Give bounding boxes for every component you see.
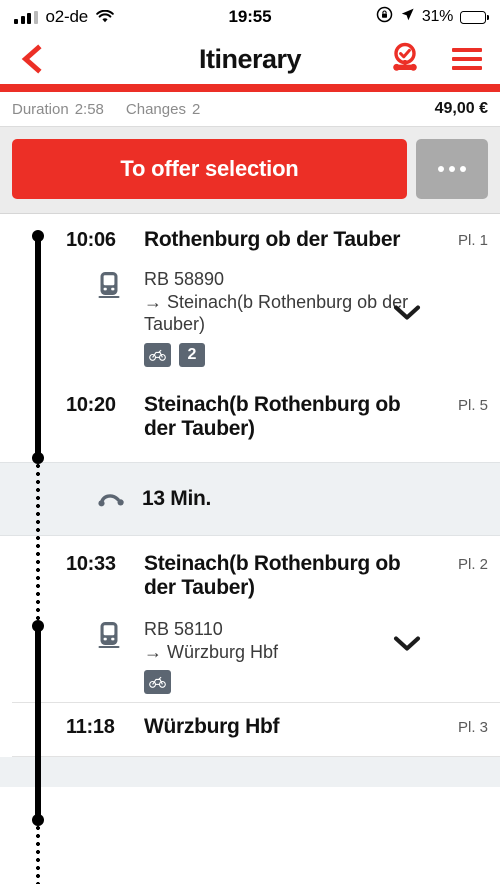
stop-platform: Pl. 1 — [457, 232, 488, 249]
accent-divider — [0, 84, 500, 92]
travel-class-badge: 2 — [179, 342, 205, 367]
leg-details: RB 58890 → Steinach(b Rothenburg ob der … — [144, 268, 488, 367]
price-label: 49,00 € — [434, 100, 488, 117]
navigation-actions — [388, 40, 482, 79]
train-number: RB 58110 — [144, 619, 223, 640]
transfer-row: 13 Min. — [0, 461, 500, 536]
train-icon — [98, 618, 144, 694]
list-footer-area — [0, 756, 500, 787]
leg-details: RB 58110 → Würzburg Hbf — [144, 618, 488, 695]
changes-value: 2 — [191, 100, 201, 118]
stop-platform: Pl. 3 — [457, 719, 488, 737]
itinerary-stop-row[interactable]: 10:06 Rothenburg ob der Tauber Pl. 1 — [0, 214, 500, 254]
stop-time: 10:20 — [66, 393, 116, 416]
stop-name: Rothenburg ob der Tauber — [144, 228, 401, 251]
hamburger-menu-icon[interactable] — [452, 48, 482, 70]
stop-platform: Pl. 2 — [457, 555, 488, 573]
itinerary-stop-row[interactable]: 11:18 Würzburg Hbf Pl. 3 — [0, 703, 500, 741]
navigation-bar: Itinerary — [0, 34, 500, 84]
itinerary-leg-row[interactable]: RB 58890 → Steinach(b Rothenburg ob der … — [0, 254, 500, 375]
transfer-duration: 13 Min. — [142, 486, 212, 510]
battery-icon — [460, 10, 489, 24]
changes-group: Changes 2 — [126, 101, 200, 118]
duration-label: Duration — [12, 100, 69, 118]
duration-value: 2:58 — [74, 100, 104, 118]
rotation-lock-icon — [376, 6, 393, 28]
bicycle-icon — [144, 670, 171, 695]
battery-percent-label: 31% — [421, 8, 453, 25]
stop-time: 10:33 — [66, 552, 116, 575]
changes-label: Changes — [125, 100, 186, 118]
train-direction: → Steinach(b Rothenburg ob der Tauber) — [144, 291, 409, 335]
stop-name: Steinach(b Rothenburg ob der Tauber) — [144, 392, 401, 441]
more-options-button[interactable] — [416, 139, 488, 199]
train-number: RB 58890 — [144, 269, 225, 290]
stopwatch-icon[interactable] — [388, 40, 422, 79]
chevron-down-icon[interactable] — [392, 303, 422, 326]
itinerary-list: 10:06 Rothenburg ob der Tauber Pl. 1 RB … — [0, 214, 500, 884]
stop-time: 10:06 — [66, 229, 116, 251]
train-direction: → Würzburg Hbf — [144, 641, 279, 662]
itinerary-leg-row[interactable]: RB 58110 → Würzburg Hbf — [0, 602, 500, 702]
app-screen: o2-de 19:55 31% Itinerary Duration 2:58 … — [0, 0, 500, 889]
status-bar: o2-de 19:55 31% — [0, 0, 500, 34]
back-chevron-icon[interactable] — [18, 44, 44, 74]
stop-platform: Pl. 5 — [457, 396, 488, 414]
itinerary-stop-row[interactable]: 10:20 Steinach(b Rothenburg ob der Taube… — [0, 375, 500, 444]
leg-badges: 2 — [144, 342, 488, 367]
action-bar: To offer selection — [0, 126, 500, 214]
status-bar-right: 31% — [376, 6, 489, 28]
to-offer-selection-button[interactable]: To offer selection — [12, 139, 407, 199]
duration-group: Duration 2:58 — [12, 101, 104, 118]
stop-name: Steinach(b Rothenburg ob der Tauber) — [144, 551, 401, 599]
itinerary-stop-row[interactable]: 10:33 Steinach(b Rothenburg ob der Taube… — [0, 536, 500, 603]
bicycle-icon — [144, 342, 171, 367]
leg-badges — [144, 670, 488, 695]
location-arrow-icon — [400, 7, 415, 27]
ellipsis-icon — [438, 166, 466, 172]
transfer-walk-icon — [98, 490, 142, 508]
journey-summary-bar: Duration 2:58 Changes 2 49,00 € — [0, 92, 500, 126]
stop-time: 11:18 — [66, 716, 115, 739]
train-icon — [98, 268, 144, 367]
chevron-down-icon[interactable] — [392, 635, 422, 658]
timeline-tail — [35, 824, 41, 884]
stop-name: Würzburg Hbf — [144, 715, 280, 739]
